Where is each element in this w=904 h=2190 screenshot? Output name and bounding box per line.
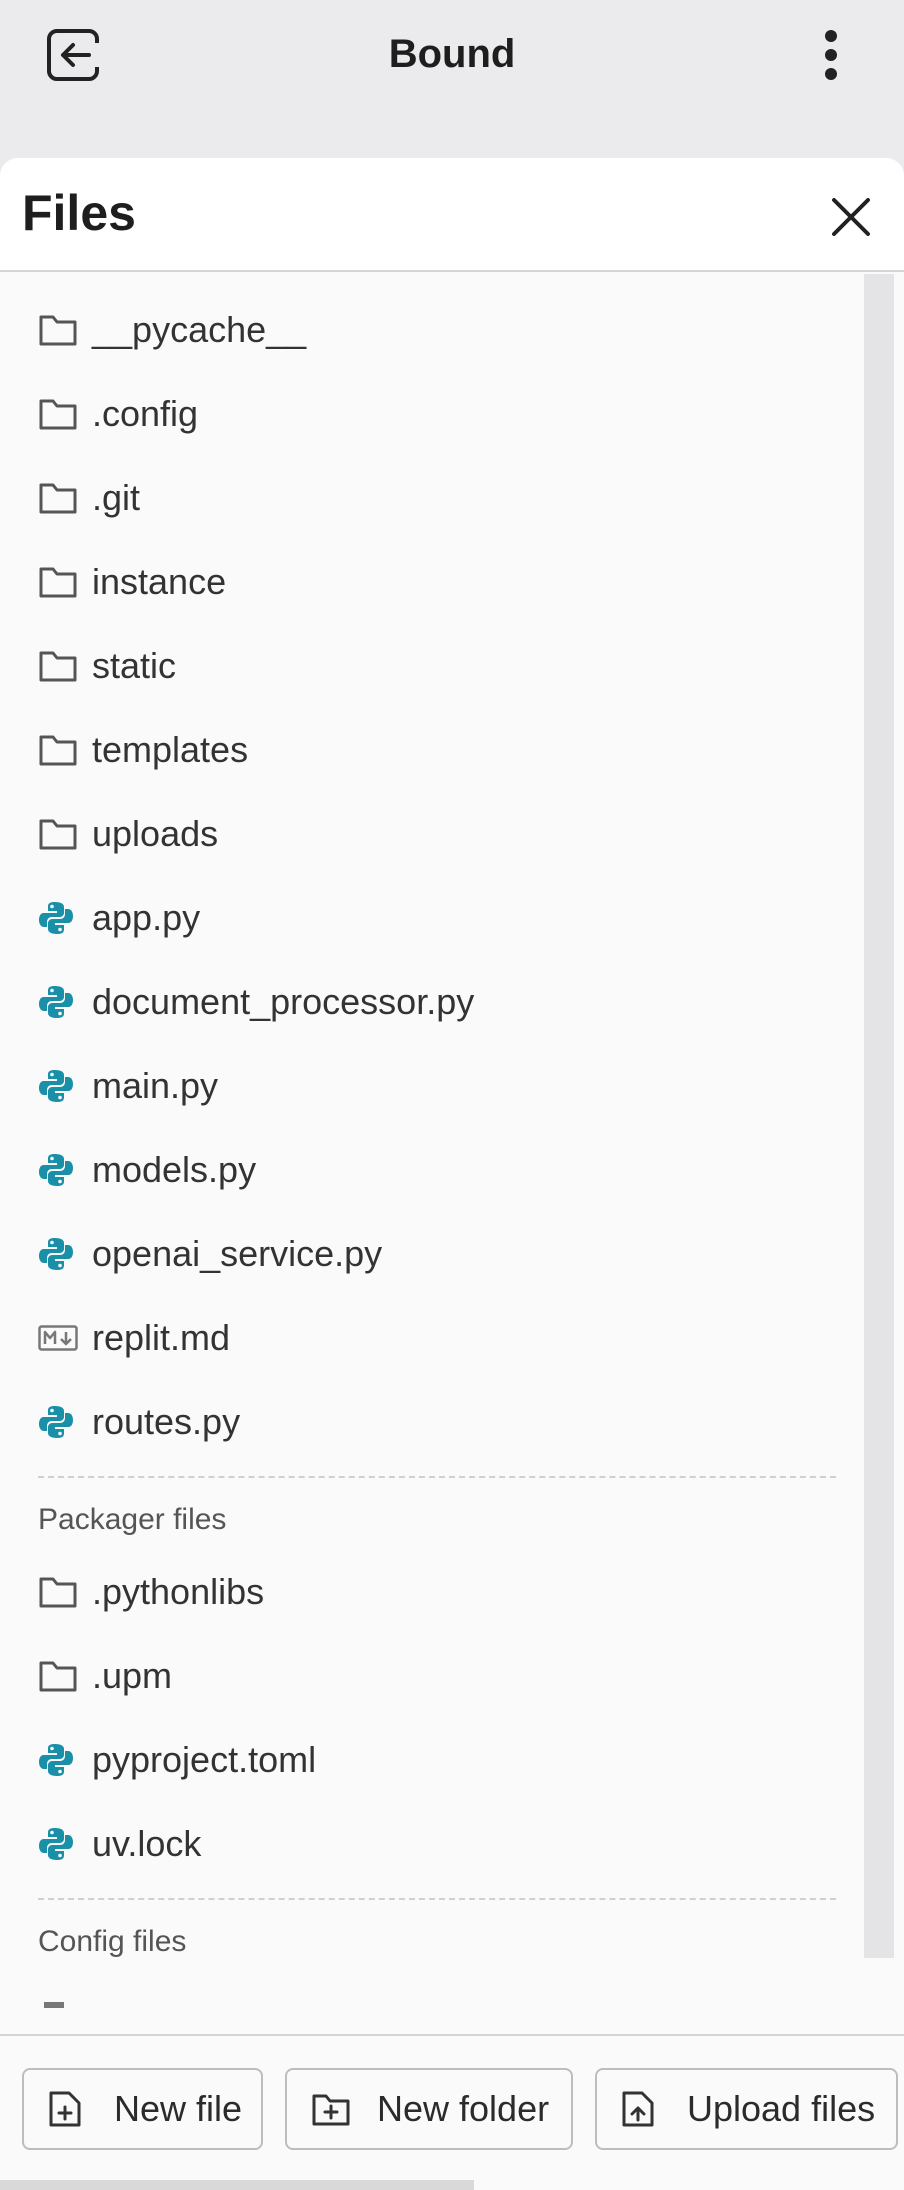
file-item[interactable]: routes.py bbox=[0, 1380, 860, 1464]
item-label: document_processor.py bbox=[92, 981, 475, 1022]
close-icon bbox=[832, 198, 870, 236]
file-item[interactable]: pyproject.toml bbox=[0, 1718, 860, 1802]
horizontal-scrollbar[interactable] bbox=[0, 2180, 474, 2190]
python-icon bbox=[38, 1738, 82, 1782]
python-icon bbox=[38, 1232, 82, 1276]
new-folder-label: New folder bbox=[377, 2088, 550, 2129]
python-icon bbox=[38, 896, 82, 940]
item-label: templates bbox=[92, 729, 249, 770]
file-upload-icon bbox=[621, 2089, 661, 2129]
file-item[interactable]: uv.lock bbox=[0, 1802, 860, 1886]
item-label: .git bbox=[92, 477, 141, 518]
close-button[interactable] bbox=[820, 186, 882, 248]
folder-item[interactable]: .git bbox=[0, 456, 860, 540]
file-tree[interactable]: __pycache__ .config .git instance static temp… bbox=[0, 272, 904, 2034]
markdown-icon bbox=[38, 1316, 82, 1360]
item-label: main.py bbox=[92, 1065, 219, 1106]
item-label: uploads bbox=[92, 813, 219, 854]
upload-files-label: Upload files bbox=[687, 2088, 876, 2129]
section-divider bbox=[38, 1898, 836, 1900]
item-label: routes.py bbox=[92, 1401, 241, 1442]
item-label: replit.md bbox=[92, 1317, 231, 1358]
section-divider bbox=[38, 1476, 836, 1478]
file-item[interactable]: models.py bbox=[0, 1128, 860, 1212]
file-item[interactable]: main.py bbox=[0, 1044, 860, 1128]
file-item[interactable]: openai_service.py bbox=[0, 1212, 860, 1296]
python-icon bbox=[38, 1064, 82, 1108]
new-folder-button[interactable]: New folder bbox=[285, 2068, 573, 2150]
folder-icon bbox=[38, 392, 82, 436]
item-label: __pycache__ bbox=[92, 309, 307, 350]
file-list: __pycache__ .config .git instance static temp… bbox=[0, 288, 860, 2034]
item-label: static bbox=[92, 645, 177, 686]
folder-icon bbox=[38, 1570, 82, 1614]
more-vertical-icon bbox=[825, 30, 837, 80]
folder-plus-icon bbox=[311, 2089, 351, 2129]
upload-files-button[interactable]: Upload files bbox=[595, 2068, 898, 2150]
more-options-button[interactable] bbox=[806, 22, 856, 88]
folder-item[interactable]: instance bbox=[0, 540, 860, 624]
panel-title: Files bbox=[22, 185, 136, 241]
folder-item[interactable]: .config bbox=[0, 372, 860, 456]
new-file-label: New file bbox=[114, 2088, 243, 2129]
folder-icon bbox=[38, 812, 82, 856]
item-label: openai_service.py bbox=[92, 1233, 383, 1274]
folder-item[interactable]: uploads bbox=[0, 792, 860, 876]
top-bar: Bound bbox=[0, 0, 904, 158]
files-panel: Files __pycache__ .config .git instance stat… bbox=[0, 158, 904, 2190]
python-icon bbox=[38, 1822, 82, 1866]
item-label: .config bbox=[92, 393, 199, 434]
folder-item[interactable]: templates bbox=[0, 708, 860, 792]
item-label: app.py bbox=[92, 897, 201, 938]
item-label: models.py bbox=[92, 1149, 257, 1190]
item-label: .upm bbox=[92, 1655, 173, 1696]
item-label: instance bbox=[92, 561, 227, 602]
new-file-button[interactable]: New file bbox=[22, 2068, 263, 2150]
folder-icon bbox=[38, 476, 82, 520]
file-item[interactable]: replit.md bbox=[0, 1296, 860, 1380]
panel-header: Files bbox=[0, 158, 904, 272]
folder-item[interactable]: .upm bbox=[0, 1634, 860, 1718]
item-label: uv.lock bbox=[92, 1823, 202, 1864]
file-item[interactable]: app.py bbox=[0, 876, 860, 960]
folder-icon bbox=[38, 728, 82, 772]
file-plus-icon bbox=[48, 2089, 88, 2129]
folder-icon bbox=[38, 308, 82, 352]
folder-icon bbox=[38, 560, 82, 604]
item-label: .pythonlibs bbox=[92, 1571, 265, 1612]
app-title: Bound bbox=[388, 32, 516, 76]
python-icon bbox=[38, 1400, 82, 1444]
folder-item[interactable]: __pycache__ bbox=[0, 288, 860, 372]
folder-item[interactable]: static bbox=[0, 624, 860, 708]
vertical-scrollbar[interactable] bbox=[864, 274, 894, 1958]
panel-footer: New file New folder Upload files bbox=[0, 2034, 904, 2190]
folder-icon bbox=[38, 1654, 82, 1698]
folder-icon bbox=[38, 644, 82, 688]
section-title: Packager files bbox=[38, 1503, 227, 1536]
file-item[interactable]: document_processor.py bbox=[0, 960, 860, 1044]
item-label: pyproject.toml bbox=[92, 1739, 317, 1780]
python-icon bbox=[38, 1148, 82, 1192]
file-icon bbox=[44, 2002, 64, 2008]
folder-item[interactable]: .pythonlibs bbox=[0, 1550, 860, 1634]
section-title: Config files bbox=[38, 1925, 187, 1958]
python-icon bbox=[38, 980, 82, 1024]
file-item[interactable] bbox=[0, 2002, 860, 2034]
